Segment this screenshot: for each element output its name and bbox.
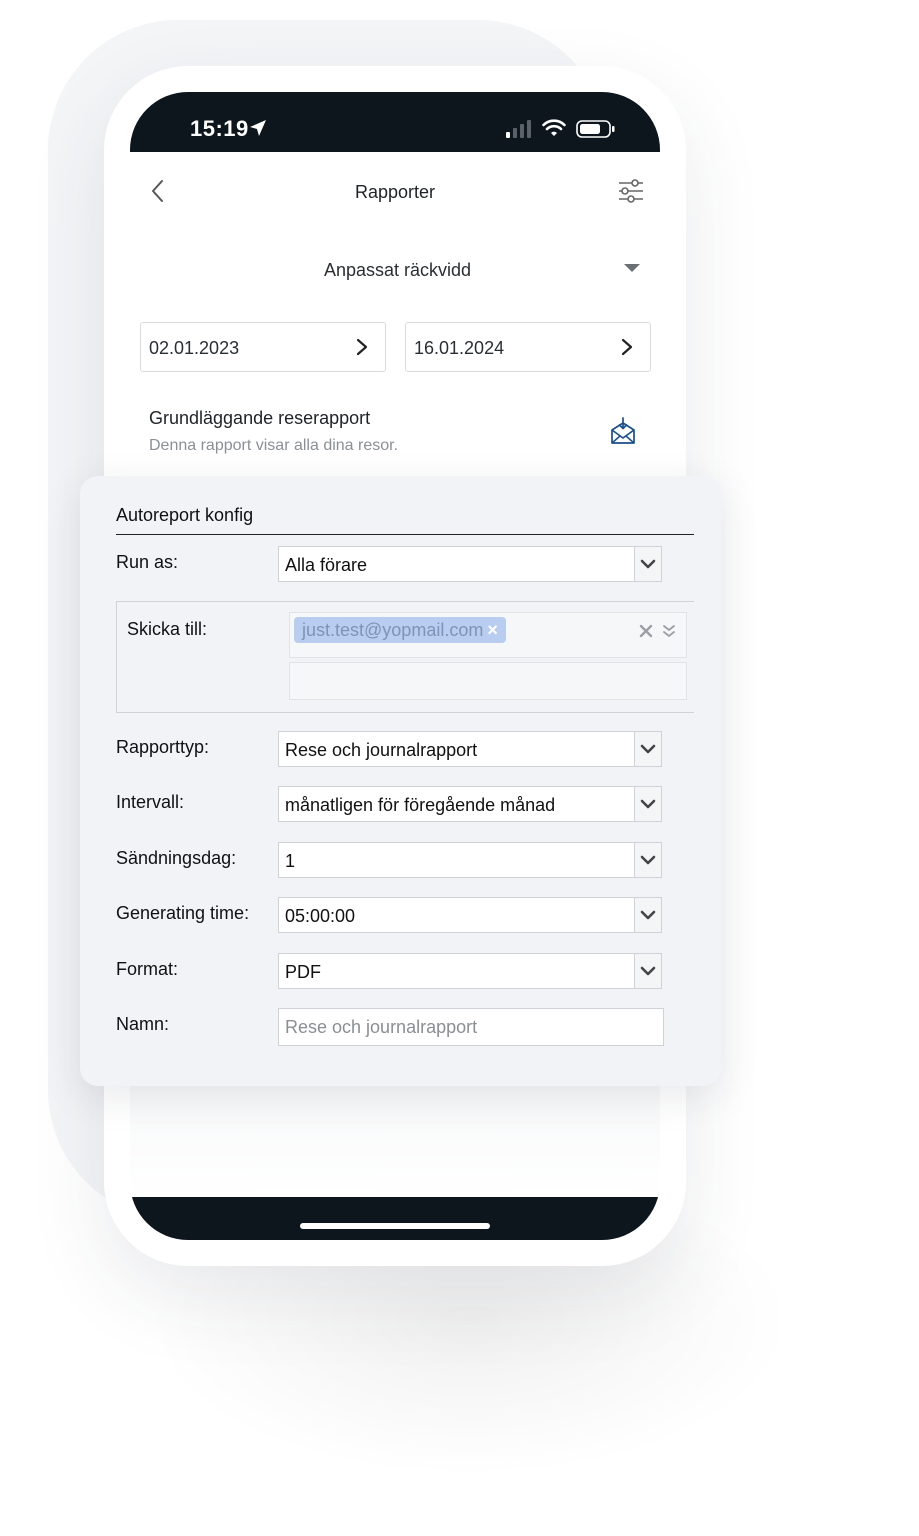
recipients-tag-input[interactable]: just.test@yopmail.com × <box>289 612 687 658</box>
status-bar: 15:19 <box>130 92 660 152</box>
home-bar <box>130 1197 660 1240</box>
report-title: Grundläggande reserapport <box>149 408 371 428</box>
status-time: 15:19 <box>190 116 249 141</box>
recipient-tag-text: just.test@yopmail.com <box>302 620 484 640</box>
run-as-value: Alla förare <box>285 555 368 575</box>
report-type-label: Rapporttyp: <box>116 737 210 757</box>
page-title: Rapporter <box>354 182 436 202</box>
panel-title: Autoreport konfig <box>116 505 254 525</box>
send-day-select[interactable]: 1 <box>278 842 662 878</box>
battery-icon <box>576 120 615 138</box>
report-type-select[interactable]: Rese och journalrapport <box>278 731 662 767</box>
chevron-right-icon <box>356 338 368 356</box>
recipients-extra-field[interactable] <box>289 662 687 700</box>
start-date-field[interactable]: 02.01.2023 <box>140 322 386 372</box>
home-indicator[interactable] <box>300 1223 490 1229</box>
signal-icon <box>506 120 531 138</box>
run-as-label: Run as: <box>116 552 179 572</box>
nav-bar: Rapporter <box>130 152 660 232</box>
filter-sliders-icon[interactable] <box>616 176 646 206</box>
chevron-right-icon <box>621 338 633 356</box>
name-input[interactable] <box>278 1008 664 1046</box>
send-to-label: Skicka till: <box>127 619 208 639</box>
generating-time-value: 05:00:00 <box>285 906 356 926</box>
interval-label: Intervall: <box>116 792 185 812</box>
generating-time-select[interactable]: 05:00:00 <box>278 897 662 933</box>
format-value: PDF <box>285 962 321 982</box>
run-as-select[interactable]: Alla förare <box>278 546 662 582</box>
chevron-down-icon[interactable] <box>634 787 661 821</box>
send-day-label: Sändningsdag: <box>116 848 237 868</box>
range-dropdown[interactable]: Anpassat räckvidd <box>130 244 660 294</box>
mail-download-icon[interactable] <box>608 417 638 447</box>
chevron-down-icon[interactable] <box>634 898 661 932</box>
clear-icon[interactable] <box>638 623 654 639</box>
chevron-down-icon[interactable] <box>634 547 661 581</box>
range-selected-label: Anpassat räckvidd <box>323 260 472 280</box>
caret-down-icon <box>624 264 640 272</box>
end-date-field[interactable]: 16.01.2024 <box>405 322 651 372</box>
interval-select[interactable]: månatligen för föregående månad <box>278 786 662 822</box>
start-date-value: 02.01.2023 <box>149 338 240 358</box>
interval-value: månatligen för föregående månad <box>285 795 556 815</box>
panel-divider <box>116 534 694 535</box>
tag-remove-icon[interactable]: × <box>487 620 498 640</box>
format-select[interactable]: PDF <box>278 953 662 989</box>
location-arrow-icon <box>250 120 266 136</box>
double-chevron-down-icon[interactable] <box>662 623 676 639</box>
autoreport-config-panel: Autoreport konfig Run as: Alla förare Sk… <box>80 476 721 1086</box>
send-day-value: 1 <box>285 851 296 871</box>
end-date-value: 16.01.2024 <box>414 338 505 358</box>
generating-time-label: Generating time: <box>116 903 250 923</box>
recipients-section: Skicka till: just.test@yopmail.com × <box>116 601 694 713</box>
wifi-icon <box>542 119 566 136</box>
chevron-down-icon[interactable] <box>634 843 661 877</box>
chevron-down-icon[interactable] <box>634 732 661 766</box>
chevron-down-icon[interactable] <box>634 954 661 988</box>
recipient-tag: just.test@yopmail.com × <box>294 617 506 643</box>
report-description: Denna rapport visar alla dina resor. <box>149 437 399 454</box>
content-fade <box>130 1082 660 1197</box>
format-label: Format: <box>116 959 179 979</box>
name-label: Namn: <box>116 1014 170 1034</box>
report-type-value: Rese och journalrapport <box>285 740 478 760</box>
